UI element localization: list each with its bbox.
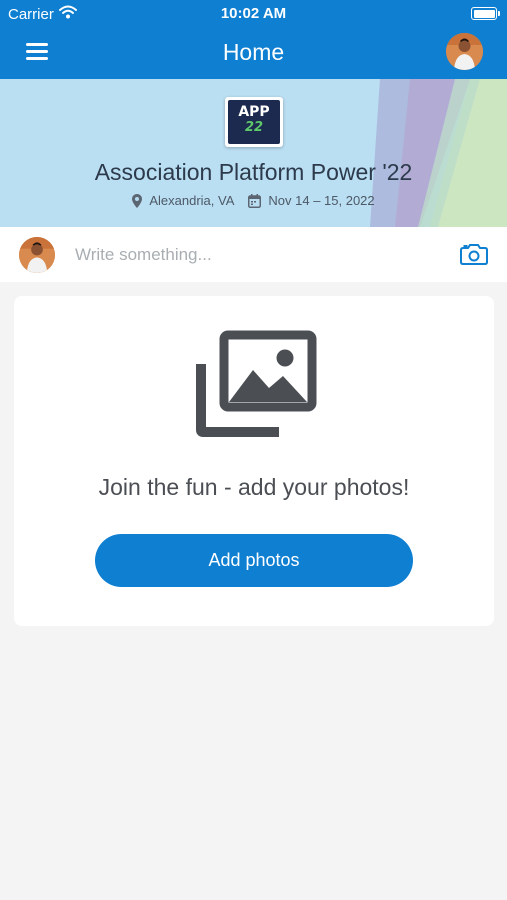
- event-logo: APP 22: [225, 97, 283, 147]
- event-title: Association Platform Power '22: [94, 159, 413, 185]
- post-composer: [0, 227, 507, 282]
- event-location: Alexandria, VA: [132, 193, 234, 208]
- camera-icon[interactable]: [460, 242, 488, 271]
- status-bar: Carrier 10:02 AM: [0, 0, 507, 28]
- add-photos-button[interactable]: Add photos: [95, 534, 413, 587]
- photos-icon: [191, 330, 317, 443]
- avatar[interactable]: [446, 33, 483, 70]
- event-meta: Alexandria, VA Nov 14 – 15, 2022: [0, 193, 507, 208]
- battery-icon: [471, 7, 500, 20]
- page-title: Home: [222, 39, 285, 65]
- event-dates-text: Nov 14 – 15, 2022: [268, 193, 375, 208]
- event-banner: APP 22 Association Platform Power '22 Al…: [0, 79, 507, 227]
- empty-state-message: Join the fun - add your photos!: [98, 474, 410, 500]
- nav-bar: Home: [0, 28, 507, 79]
- location-pin-icon: [132, 193, 143, 208]
- calendar-icon: [248, 193, 262, 208]
- event-dates: Nov 14 – 15, 2022: [248, 193, 375, 208]
- app-header: Carrier 10:02 AM Home: [0, 0, 507, 79]
- status-time: 10:02 AM: [220, 5, 287, 22]
- logo-text-app: APP: [238, 104, 270, 120]
- avatar: [19, 237, 55, 273]
- photos-empty-card: Join the fun - add your photos! Add phot…: [14, 296, 494, 626]
- logo-text-year: 22: [244, 120, 264, 135]
- event-location-text: Alexandria, VA: [149, 193, 235, 208]
- post-input[interactable]: [75, 243, 435, 267]
